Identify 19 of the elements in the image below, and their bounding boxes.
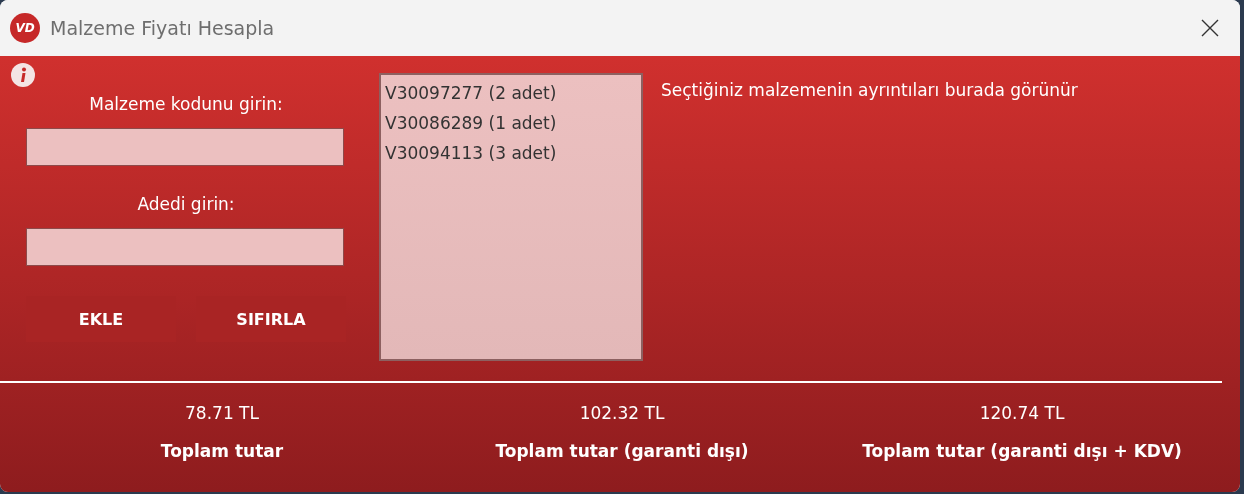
details-text: Seçtiğiniz malzemenin ayrıntıları burada görünür [661, 80, 1078, 102]
quantity-input[interactable] [26, 228, 344, 266]
close-icon [1200, 18, 1220, 38]
app-logo: VD [10, 13, 40, 43]
list-item[interactable]: V30097277 (2 adet) [385, 78, 637, 108]
total-value: 120.74 TL [979, 403, 1065, 423]
total-label: Toplam tutar (garanti dışı) [495, 441, 749, 461]
total-label: Toplam tutar (garanti dışı + KDV) [862, 441, 1182, 461]
total-value: 102.32 TL [579, 403, 665, 423]
code-label: Malzeme kodunu girin: [88, 94, 284, 114]
total-value: 78.71 TL [185, 403, 259, 423]
list-item[interactable]: V30086289 (1 adet) [385, 108, 637, 138]
window-title: Malzeme Fiyatı Hesapla [50, 17, 276, 39]
code-input[interactable] [26, 128, 344, 166]
info-icon[interactable] [10, 62, 36, 88]
quantity-label: Adedi girin: [136, 194, 236, 214]
list-item[interactable]: V30094113 (3 adet) [385, 138, 637, 168]
material-list[interactable]: V30097277 (2 adet) V30086289 (1 adet) V30094113 (3 adet) [379, 73, 643, 361]
total-label: Toplam tutar [160, 441, 284, 461]
